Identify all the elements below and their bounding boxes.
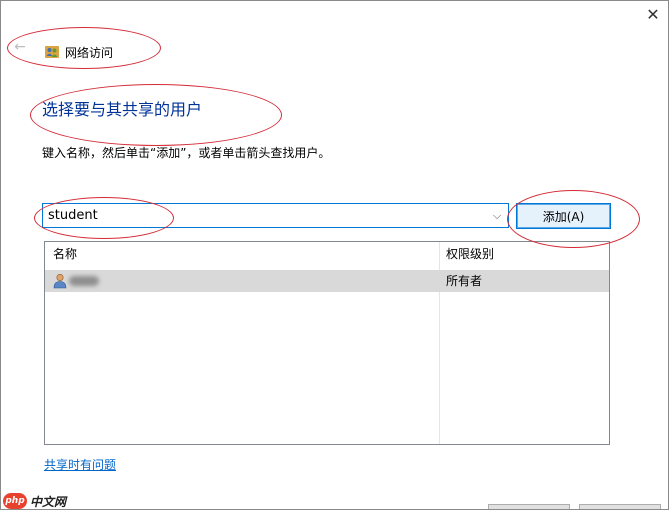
dialog-title-bar: 网络访问 [45,42,113,62]
instruction-text: 键入名称，然后单击“添加”，或者单击箭头查找用户。 [42,146,331,160]
user-icon [53,273,67,289]
watermark-text: 中文网 [30,494,67,509]
sharing-help-link[interactable]: 共享时有问题 [44,456,116,473]
table-row[interactable]: 所有者 [45,270,609,292]
permission-level: 所有者 [446,274,483,288]
share-button[interactable] [488,504,570,509]
dialog-title: 网络访问 [65,45,114,60]
user-permissions-list[interactable]: 名称 权限级别 所有者 [44,241,610,445]
close-button[interactable]: ✕ [640,3,666,27]
site-watermark: php 中文网 [3,492,67,509]
back-arrow-icon: ← [14,39,26,55]
network-users-icon [45,46,59,58]
watermark-logo: php [3,493,27,509]
column-header-permission[interactable]: 权限级别 [446,242,494,267]
column-header-name[interactable]: 名称 [53,242,77,267]
close-icon: ✕ [646,5,660,24]
cancel-button[interactable] [579,504,661,509]
share-dialog-window: ✕ ← 网络访问 选择要与其共享的用户 键入名称，然后单击“添加”，或者单击箭头… [0,0,669,510]
user-combobox[interactable]: ⌵ [42,203,509,228]
chevron-down-icon[interactable]: ⌵ [488,204,506,227]
page-heading: 选择要与其共享的用户 [42,100,203,119]
user-name-input[interactable] [43,204,488,227]
list-header: 名称 权限级别 [45,242,609,267]
add-button[interactable]: 添加(A) [516,203,611,229]
back-button[interactable]: ← [11,38,29,56]
user-name-obscured [69,276,99,286]
